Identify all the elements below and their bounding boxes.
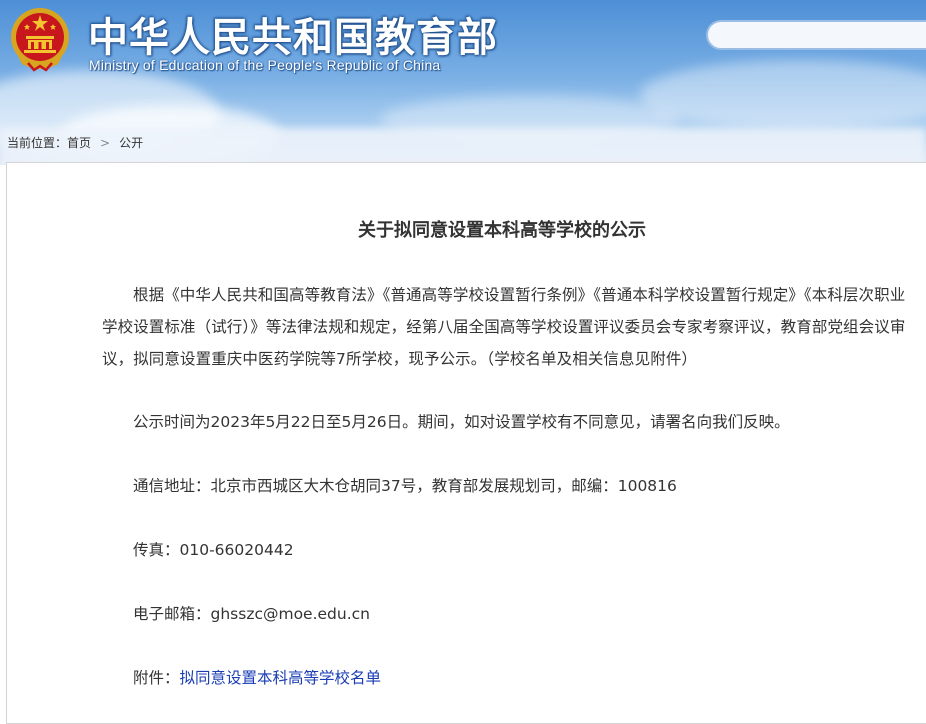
- attachment-label: 附件：: [133, 669, 180, 687]
- email-address: 电子邮箱：ghsszc@moe.edu.cn: [133, 605, 370, 623]
- breadcrumb-prefix: 当前位置：: [7, 136, 68, 150]
- breadcrumb-home-link[interactable]: 首页: [67, 136, 91, 150]
- site-header: 中华人民共和国教育部 Ministry of Education of the …: [0, 0, 926, 165]
- attachment-link[interactable]: 拟同意设置本科高等学校名单: [180, 669, 382, 687]
- breadcrumb: 当前位置：首页 > 公开: [7, 134, 143, 151]
- site-title: 中华人民共和国教育部: [88, 15, 498, 61]
- attachment-row: 附件：拟同意设置本科高等学校名单: [133, 666, 381, 688]
- breadcrumb-current-link[interactable]: 公开: [119, 136, 143, 150]
- article-paragraph: 根据《中华人民共和国高等教育法》《普通高等学校设置暂行条例》《普通本科学校设置暂…: [102, 286, 906, 368]
- fax-number: 传真：010-66020442: [133, 541, 294, 559]
- announcement-period: 公示时间为2023年5月22日至5月26日。期间，如对设置学校有不同意见，请署名…: [133, 413, 790, 431]
- mailing-address: 通信地址：北京市西城区大木仓胡同37号，教育部发展规划司，邮编：100816: [133, 477, 677, 495]
- search-input[interactable]: [706, 20, 926, 50]
- header-cloud: [640, 60, 926, 130]
- article-panel: [6, 162, 926, 724]
- breadcrumb-separator: >: [100, 136, 111, 150]
- national-emblem-icon[interactable]: [8, 6, 72, 72]
- site-subtitle: Ministry of Education of the People's Re…: [89, 57, 441, 73]
- article-title: 关于拟同意设置本科高等学校的公示: [358, 220, 646, 241]
